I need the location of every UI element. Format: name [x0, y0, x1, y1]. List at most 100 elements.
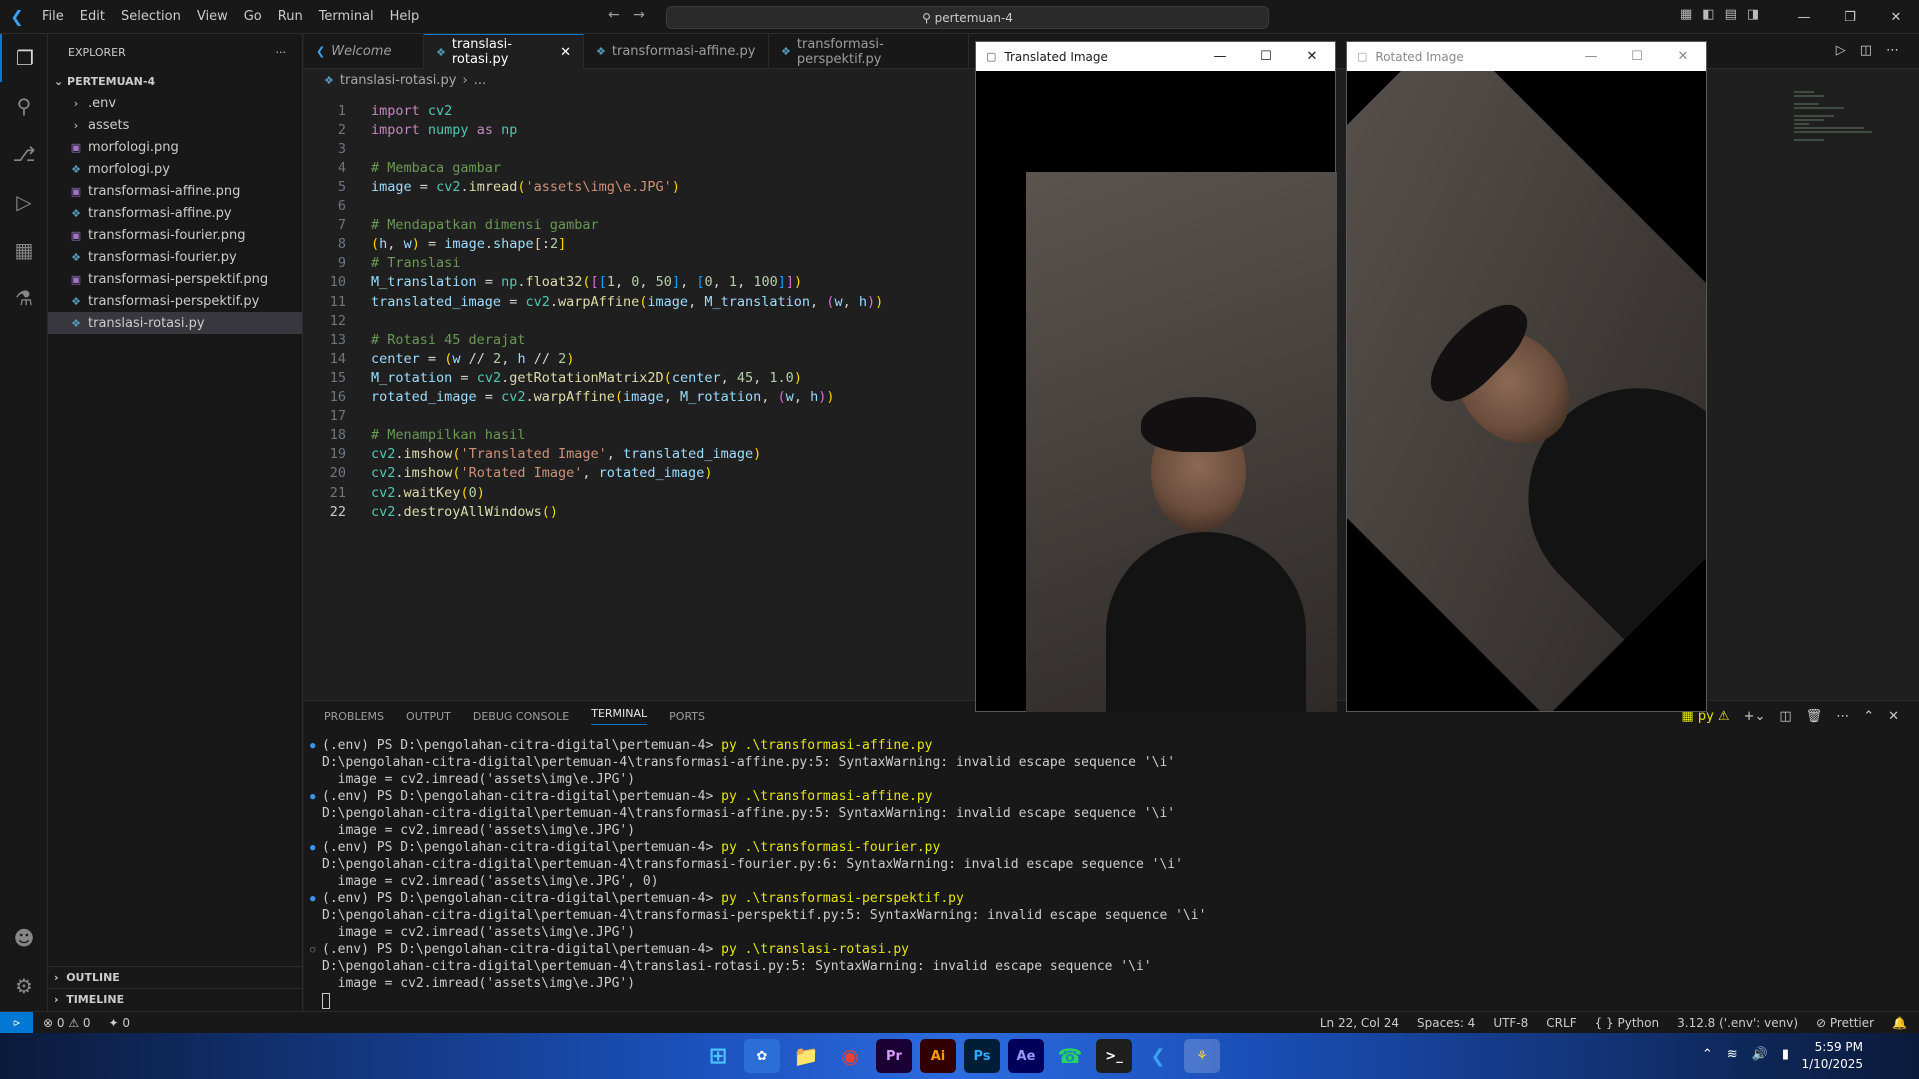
explorer-icon[interactable]: ❐	[0, 34, 48, 82]
file-tree-item[interactable]: ▣ morfologi.png	[48, 136, 302, 158]
tab-problems[interactable]: PROBLEMS	[324, 710, 384, 723]
close-icon[interactable]: ✕	[1873, 0, 1919, 34]
file-tree-item[interactable]: ❖ transformasi-fourier.py	[48, 246, 302, 268]
file-tree-item[interactable]: ▣ transformasi-fourier.png	[48, 224, 302, 246]
command-decoration-icon[interactable]: ●	[310, 843, 322, 853]
close-panel-icon[interactable]: ✕	[1888, 709, 1899, 724]
toggle-secondary-sidebar-icon[interactable]: ◨	[1747, 7, 1759, 22]
file-tree-item[interactable]: › .env	[48, 92, 302, 114]
tab-transformasi-perspektif[interactable]: ❖ transformasi-perspektif.py	[769, 34, 969, 69]
encoding[interactable]: UTF-8	[1493, 1016, 1528, 1030]
code-line[interactable]: 15 M_rotation = cv2.getRotationMatrix2D(c…	[304, 368, 802, 387]
minimap[interactable]	[1794, 91, 1874, 151]
code-line[interactable]: 20 cv2.imshow('Rotated Image', rotated_im…	[304, 464, 713, 483]
show-hidden-icons-icon[interactable]: ⌃	[1702, 1047, 1713, 1062]
command-decoration-icon[interactable]: ●	[310, 792, 322, 802]
toggle-panel-icon[interactable]: ▤	[1725, 7, 1737, 22]
restore-icon[interactable]: ❐	[1827, 0, 1873, 34]
code-line[interactable]: 22 cv2.destroyAllWindows()	[304, 502, 558, 521]
file-tree-item[interactable]: ▣ transformasi-affine.png	[48, 180, 302, 202]
source-control-icon[interactable]: ⎇	[0, 130, 48, 178]
maximize-panel-icon[interactable]: ⌃	[1863, 709, 1874, 724]
cursor-position[interactable]: Ln 22, Col 24	[1320, 1016, 1399, 1030]
code-line[interactable]: 4 # Membaca gambar	[304, 158, 501, 177]
code-line[interactable]: 9 # Translasi	[304, 254, 461, 273]
python-app-icon[interactable]: ⚘	[1184, 1039, 1220, 1073]
notifications-bell-icon[interactable]: 🔔	[1892, 1016, 1907, 1030]
menu-view[interactable]: View	[189, 9, 236, 24]
file-tree-item[interactable]: ❖ transformasi-perspektif.py	[48, 290, 302, 312]
menu-go[interactable]: Go	[236, 9, 270, 24]
code-line[interactable]: 12	[304, 311, 346, 330]
wifi-icon[interactable]: ≋	[1727, 1047, 1738, 1062]
settings-gear-icon[interactable]: ⚙	[0, 962, 48, 1010]
terminal-app-icon[interactable]: >_	[1096, 1039, 1132, 1073]
minimize-icon[interactable]: —	[1197, 42, 1243, 71]
terminal-output[interactable]: ● (.env) PS D:\pengolahan-citra-digital\p…	[310, 737, 1206, 1009]
code-line[interactable]: 17	[304, 407, 346, 426]
code-line[interactable]: 21 cv2.waitKey(0)	[304, 483, 485, 502]
code-line[interactable]: 1 import cv2	[304, 101, 452, 120]
file-tree-item[interactable]: ❖ morfologi.py	[48, 158, 302, 180]
menu-selection[interactable]: Selection	[113, 9, 189, 24]
search-view-icon[interactable]: ⚲	[0, 82, 48, 130]
command-decoration-icon[interactable]: ●	[310, 741, 322, 751]
remote-indicator-icon[interactable]: ⪧	[0, 1011, 33, 1034]
split-editor-icon[interactable]: ◫	[1860, 43, 1872, 58]
prettier-status[interactable]: ⊘ Prettier	[1816, 1016, 1874, 1030]
code-line[interactable]: 16 rotated_image = cv2.warpAffine(image, …	[304, 388, 835, 407]
run-debug-icon[interactable]: ▷	[0, 178, 48, 226]
windows-start-icon[interactable]: ⊞	[700, 1039, 736, 1073]
command-center-search[interactable]: ⚲ pertemuan-4	[666, 6, 1269, 29]
breadcrumb-rest[interactable]: ...	[474, 73, 486, 88]
code-line[interactable]: 14 center = (w // 2, h // 2)	[304, 349, 575, 368]
code-line[interactable]: 11 translated_image = cv2.warpAffine(imag…	[304, 292, 884, 311]
menu-run[interactable]: Run	[270, 9, 311, 24]
maximize-icon[interactable]: ☐	[1614, 42, 1660, 71]
run-python-icon[interactable]: ▷	[1836, 43, 1846, 58]
maximize-icon[interactable]: ☐	[1243, 42, 1289, 71]
terminal-input-line[interactable]	[310, 992, 1206, 1009]
extensions-icon[interactable]: ▦	[0, 226, 48, 274]
rotated-window-titlebar[interactable]: ▢ Rotated Image — ☐ ✕	[1347, 42, 1706, 71]
code-line[interactable]: 2 import numpy as np	[304, 120, 518, 139]
code-line[interactable]: 7 # Mendapatkan dimensi gambar	[304, 216, 599, 235]
file-tree-item[interactable]: ❖ translasi-rotasi.py	[48, 312, 302, 334]
new-terminal-icon[interactable]: +⌄	[1744, 709, 1766, 724]
more-actions-icon[interactable]: ⋯	[1836, 709, 1849, 724]
tab-output[interactable]: OUTPUT	[406, 710, 451, 723]
outline-section[interactable]: › OUTLINE	[48, 966, 303, 988]
breadcrumb-file[interactable]: translasi-rotasi.py	[340, 73, 457, 88]
tab-welcome[interactable]: ❮ Welcome	[304, 34, 424, 69]
workspace-folder[interactable]: ⌄ PERTEMUAN-4	[48, 70, 302, 92]
code-line[interactable]: 19 cv2.imshow('Translated Image', transla…	[304, 445, 762, 464]
volume-icon[interactable]: 🔊	[1752, 1047, 1768, 1062]
menu-help[interactable]: Help	[382, 9, 428, 24]
problems-status[interactable]: ⊗ 0 ⚠ 0	[43, 1016, 91, 1030]
code-line[interactable]: 18 # Menampilkan hasil	[304, 426, 526, 445]
battery-icon[interactable]: ▮	[1782, 1047, 1789, 1062]
file-explorer-icon[interactable]: 📁	[788, 1039, 824, 1073]
file-tree-item[interactable]: ▣ transformasi-perspektif.png	[48, 268, 302, 290]
customize-layout-icon[interactable]: ▦	[1680, 7, 1692, 22]
translated-window-titlebar[interactable]: ▢ Translated Image — ☐ ✕	[976, 42, 1335, 71]
after-effects-icon[interactable]: Ae	[1008, 1039, 1044, 1073]
photoshop-icon[interactable]: Ps	[964, 1039, 1000, 1073]
code-line[interactable]: 10 M_translation = np.float32([[1, 0, 50]…	[304, 273, 802, 292]
tab-debug-console[interactable]: DEBUG CONSOLE	[473, 710, 569, 723]
tab-transformasi-affine[interactable]: ❖ transformasi-affine.py	[584, 34, 769, 69]
trash-icon[interactable]: 🗑	[1806, 709, 1823, 724]
language-mode[interactable]: { } Python	[1595, 1016, 1660, 1030]
minimize-icon[interactable]: —	[1781, 0, 1827, 34]
rotated-image-window[interactable]: ▢ Rotated Image — ☐ ✕	[1346, 41, 1707, 712]
menu-edit[interactable]: Edit	[72, 9, 113, 24]
split-terminal-icon[interactable]: ◫	[1779, 709, 1791, 724]
forward-arrow-icon[interactable]: →	[633, 7, 645, 23]
indentation[interactable]: Spaces: 4	[1417, 1016, 1475, 1030]
timeline-section[interactable]: › TIMELINE	[48, 988, 303, 1010]
taskbar-clock[interactable]: 5:59 PM 1/10/2025	[1801, 1039, 1863, 1073]
command-decoration-icon[interactable]: ●	[310, 894, 322, 904]
vscode-app-icon[interactable]: ❮	[1140, 1039, 1176, 1073]
code-line[interactable]: 13 # Rotasi 45 derajat	[304, 330, 526, 349]
code-line[interactable]: 3	[304, 139, 346, 158]
